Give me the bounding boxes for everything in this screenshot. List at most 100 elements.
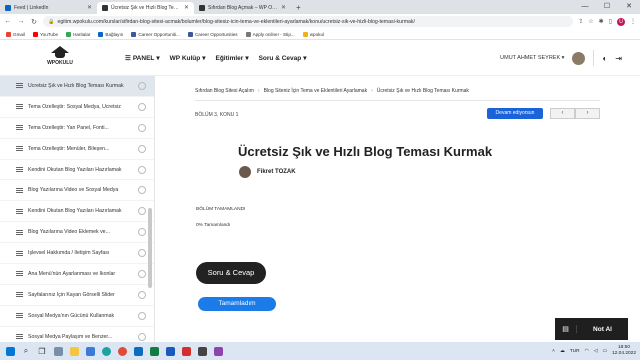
battery-icon[interactable]: ▭ (602, 349, 607, 354)
bookmark-career-1[interactable]: Career Opportuniti... (131, 31, 180, 37)
bookmark-gmail[interactable]: Gmail (6, 31, 25, 37)
app-icon[interactable] (212, 345, 224, 357)
windows-start-icon[interactable] (4, 345, 16, 357)
logout-icon[interactable]: ⇥ (615, 54, 622, 63)
reload-icon[interactable]: ↻ (30, 18, 38, 26)
notebook-icon: ▤ (555, 325, 577, 333)
lesson-list-item[interactable]: Ana Menü'nün Ayarlanması ve İkonlar (0, 264, 154, 285)
lesson-list-item[interactable]: Kendini Okutan Blog Yazıları Hazırlamak (0, 160, 154, 181)
chevron-down-icon: ▾ (303, 55, 307, 62)
tab-linkedin[interactable]: Feed | LinkedIn ✕ (0, 2, 97, 14)
menu-icon[interactable]: ⋮ (630, 18, 636, 25)
qa-button[interactable]: Soru & Cevap (196, 262, 266, 284)
bookmark-apply[interactable]: Apply online! - Stip... (245, 31, 295, 37)
store-icon[interactable] (84, 345, 96, 357)
close-icon[interactable]: ✕ (87, 2, 92, 14)
minimize-icon[interactable]: — (574, 0, 596, 14)
sidepanel-icon[interactable]: ▯ (609, 18, 612, 25)
user-menu[interactable]: UMUT AHMET SEYREK ▾ (500, 55, 564, 61)
breadcrumb-course[interactable]: Sıfırdan Blog Sitesi Açalım (195, 88, 254, 94)
tab-wpokulu[interactable]: Sıfırdan Blog Açmak – WP Okulu ✕ (194, 2, 291, 14)
status-circle-icon (138, 228, 146, 237)
linkedin-icon (5, 5, 11, 11)
clock[interactable]: 18:50 12.04.2022 (612, 345, 636, 357)
app-icon[interactable] (196, 345, 208, 357)
lesson-list-item[interactable]: Tema Özelleştir: Menüler, Bileşen... (0, 139, 154, 160)
volume-icon[interactable]: ◁ (594, 349, 598, 354)
breadcrumb-lesson[interactable]: Ücretsiz Şık ve Hızlı Blog Teması Kurmak (377, 88, 469, 94)
lesson-list-item[interactable]: Blog Yazılarına Video ve Sosyal Medya (0, 180, 154, 202)
text-lines-icon (16, 124, 23, 131)
acrobat-icon[interactable] (180, 345, 192, 357)
lesson-list-item[interactable]: Tema Özelleştir: Sosyal Medya, Ücretsiz (0, 97, 154, 118)
language-indicator[interactable]: TUR (570, 349, 580, 354)
status-circle-icon (138, 186, 146, 195)
lesson-list-item[interactable]: Tema Özelleştir: Yan Panel, Fonti... (0, 118, 154, 139)
nav-item-panel[interactable]: ☰ PANEL ▾ (125, 54, 160, 63)
close-icon[interactable]: ✕ (184, 2, 189, 14)
taskbar: ⌕ ❐ ˄ ☁ TUR ◠ ◁ ▭ 18:50 12.04.2022 (0, 342, 640, 360)
mark-complete-button[interactable]: Tamamladım (198, 297, 276, 311)
bookmark-youtube[interactable]: YouTube (33, 31, 58, 37)
cloud-icon[interactable]: ☁ (560, 349, 565, 354)
nav-item-wp-kulup[interactable]: WP Kulüp ▾ (170, 54, 206, 63)
chevron-up-icon[interactable]: ˄ (552, 349, 555, 354)
maximize-icon[interactable]: ☐ (596, 0, 618, 14)
chevron-down-icon: ▾ (245, 55, 249, 62)
task-view-icon[interactable]: ❐ (36, 345, 48, 357)
lesson-list-item[interactable]: Sayfalarınız İçin Kayan Görselli Slider (0, 285, 154, 306)
extensions-icon[interactable]: ✱ (599, 18, 604, 25)
lesson-list-item[interactable]: Blog Yazılarına Video Eklemek ve... (0, 222, 154, 244)
text-lines-icon (16, 145, 23, 152)
word-icon[interactable] (164, 345, 176, 357)
lesson-list-item[interactable]: İşlevsel Hakkımda / İletişim Sayfası (0, 243, 154, 265)
status-circle-icon (138, 207, 146, 216)
bookmark-wpokul[interactable]: wpokul (302, 31, 324, 37)
linkedin-icon (98, 31, 104, 37)
lesson-list-item[interactable]: Kendini Okutan Blog Yazıları Hazırlamak (0, 201, 154, 223)
resume-button[interactable]: Devam ediyorsun (487, 108, 543, 119)
lesson-pager: ‹ › (550, 108, 600, 119)
avatar[interactable] (572, 51, 586, 65)
excel-icon[interactable] (148, 345, 160, 357)
window-controls: — ☐ ✕ (574, 0, 640, 14)
close-icon[interactable]: ✕ (281, 2, 286, 14)
site-header: WPOKULU ☰ PANEL ▾ WP Kulüp ▾ Eğitimler ▾ Sor… (0, 40, 640, 76)
dark-mode-icon[interactable]: ◐ (602, 54, 607, 63)
url-input[interactable]: 🔒 egitim.wpokulu.com/kurslar/sifirdan-bl… (43, 16, 574, 27)
wpokulu-icon (199, 5, 205, 11)
previous-lesson-button[interactable]: ‹ (550, 108, 575, 119)
chrome-icon[interactable] (116, 345, 128, 357)
sidebar-scrollbar[interactable] (148, 208, 152, 288)
lesson-list-item[interactable]: Sosyal Medya'nın Gücünü Kullanmak (0, 306, 154, 327)
nav-item-egitimler[interactable]: Eğitimler ▾ (216, 54, 249, 63)
mail-icon[interactable] (132, 345, 144, 357)
close-window-icon[interactable]: ✕ (618, 0, 640, 14)
lesson-list-item[interactable]: Sosyal Medya Paylaşım ve Benzer... (0, 327, 154, 342)
new-tab-button[interactable]: + (291, 2, 306, 14)
note-widget[interactable]: ▤ Not Al (555, 318, 628, 340)
search-icon[interactable]: ⌕ (20, 345, 32, 357)
site-logo[interactable]: WPOKULU (46, 46, 74, 66)
profile-avatar[interactable]: U (617, 17, 625, 26)
back-icon[interactable]: ← (4, 18, 12, 25)
edge-icon[interactable] (100, 345, 112, 357)
panel-icon: ☰ (125, 55, 131, 62)
gmail-icon (6, 31, 11, 37)
tab-current[interactable]: Ücretsiz Şık ve Hızlı Blog Teması ✕ (97, 2, 194, 14)
breadcrumb-section[interactable]: Blog Siteniz İçin Tema ve Eklentileri Ay… (264, 88, 367, 94)
forward-icon[interactable]: → (17, 18, 25, 25)
file-explorer-icon[interactable] (68, 345, 80, 357)
address-bar-actions: ⇪ ☆ ✱ ▯ U ⋮ (578, 17, 636, 26)
widgets-icon[interactable] (52, 345, 64, 357)
share-icon[interactable]: ⇪ (578, 18, 583, 25)
nav-item-soru-cevap[interactable]: Soru & Cevap ▾ (259, 54, 307, 63)
star-icon[interactable]: ☆ (588, 18, 593, 25)
bookmark-maps[interactable]: Haritalar (66, 31, 90, 37)
bookmark-linkedin[interactable]: Bağlayın (98, 31, 123, 37)
lesson-list-item[interactable]: Ücretsiz Şık ve Hızlı Blog Teması Kurmak (0, 76, 154, 97)
maps-icon (66, 31, 72, 37)
bookmark-career-2[interactable]: Career Opportunities (187, 31, 238, 37)
next-lesson-button[interactable]: › (575, 108, 600, 119)
wifi-icon[interactable]: ◠ (585, 349, 589, 354)
